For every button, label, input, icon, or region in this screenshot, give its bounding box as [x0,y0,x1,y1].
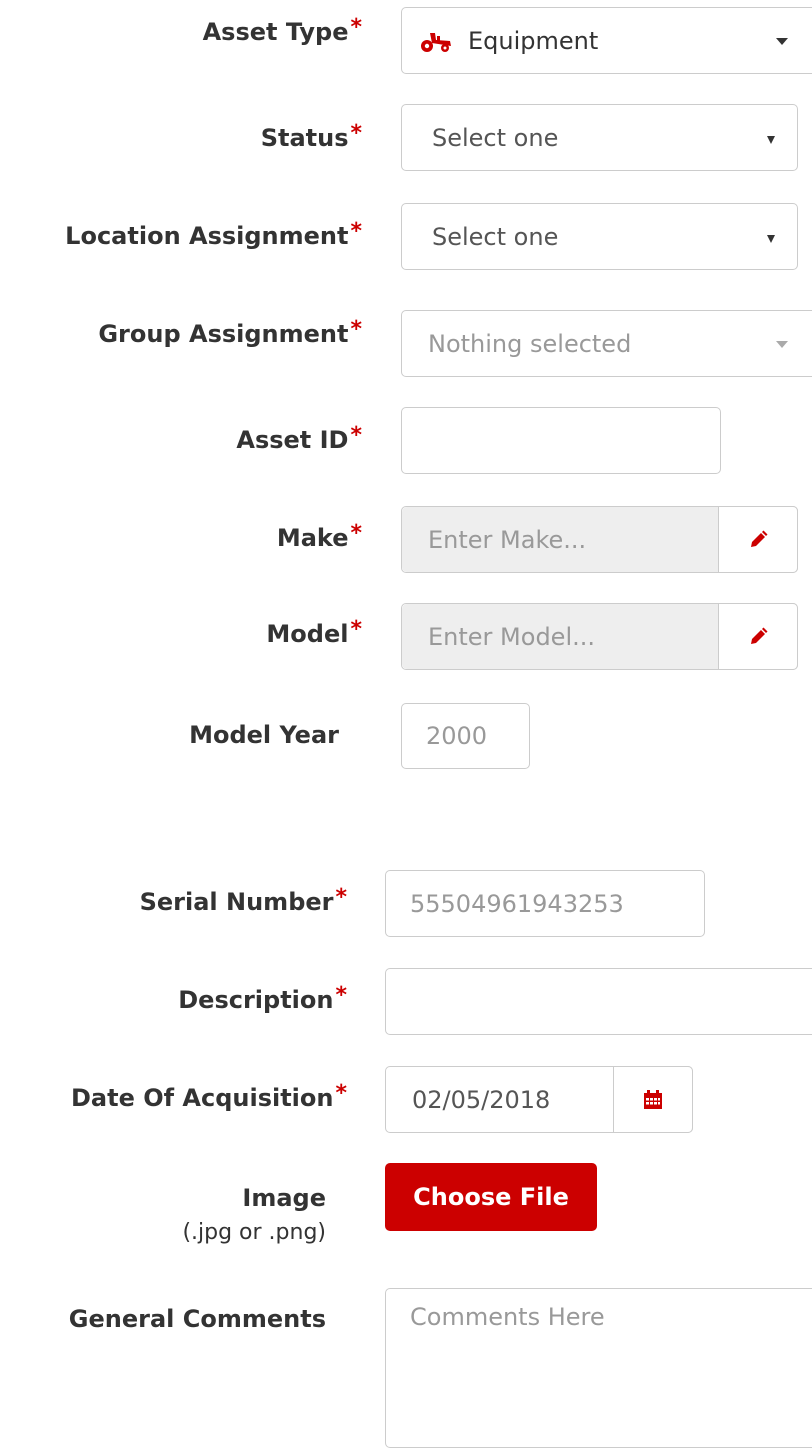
pencil-icon [748,627,768,647]
description-label: Description* [178,983,347,1016]
model-year-input[interactable]: 2000 [401,703,530,769]
required-mark: * [350,521,362,546]
model-year-placeholder: 2000 [426,722,488,750]
asset-type-label: Asset Type* [202,15,362,48]
make-placeholder: Enter Make... [428,525,587,554]
serial-number-label: Serial Number* [139,885,347,918]
asset-type-label-text: Asset Type [202,18,349,46]
required-mark: * [350,423,362,448]
pencil-icon [748,530,768,550]
group-assignment-value: Nothing selected [428,329,632,358]
image-format-hint: (.jpg or .png) [182,1220,326,1245]
model-edit-button[interactable] [718,603,798,670]
required-mark: * [350,617,362,642]
general-comments-label-text: General Comments [68,1305,326,1333]
date-picker-button[interactable] [613,1066,693,1133]
status-label: Status* [260,121,362,154]
serial-number-placeholder: 55504961943253 [410,889,624,918]
general-comments-label: General Comments [69,1303,326,1335]
make-label-text: Make [276,524,349,552]
serial-number-input[interactable]: 55504961943253 [385,870,705,937]
model-year-label: Model Year [189,719,339,751]
date-of-acquisition-label-text: Date Of Acquisition [70,1084,334,1112]
choose-file-button[interactable]: Choose File [385,1163,597,1231]
status-value: Select one [432,123,559,152]
required-mark: * [350,121,362,146]
location-assignment-label: Location Assignment* [65,219,362,252]
model-label-text: Model [266,620,349,648]
group-assignment-label-text: Group Assignment [98,320,349,348]
required-mark: * [350,219,362,244]
tractor-icon [420,29,454,53]
status-label-text: Status [260,124,349,152]
image-label: Image [242,1182,326,1214]
asset-type-value: Equipment [468,26,599,55]
serial-number-label-text: Serial Number [139,888,334,916]
asset-id-label: Asset ID* [236,423,362,456]
chevron-down-icon [767,135,775,144]
description-input[interactable] [385,968,812,1035]
group-assignment-select[interactable]: Nothing selected [401,310,812,377]
make-edit-button[interactable] [718,506,798,573]
image-label-text: Image [242,1184,326,1212]
date-of-acquisition-input[interactable]: 02/05/2018 [385,1066,693,1133]
model-year-label-text: Model Year [189,721,339,749]
date-of-acquisition-label: Date Of Acquisition* [70,1081,347,1114]
location-assignment-label-text: Location Assignment [65,222,349,250]
location-assignment-select[interactable]: Select one [401,203,798,270]
required-mark: * [335,1081,347,1106]
date-of-acquisition-value: 02/05/2018 [412,1085,551,1114]
general-comments-textarea[interactable] [385,1288,812,1448]
chevron-down-icon [776,37,788,45]
required-mark: * [350,15,362,40]
calendar-icon [643,1089,663,1110]
model-input[interactable]: Enter Model... [401,603,798,670]
group-assignment-label: Group Assignment* [98,317,362,350]
asset-id-label-text: Asset ID [236,426,349,454]
asset-type-select[interactable]: Equipment [401,7,812,74]
description-label-text: Description [178,986,334,1014]
model-label: Model* [266,617,362,650]
chevron-down-icon [767,234,775,243]
asset-id-input[interactable] [401,407,721,474]
required-mark: * [335,885,347,910]
make-input[interactable]: Enter Make... [401,506,798,573]
required-mark: * [335,983,347,1008]
model-placeholder: Enter Model... [428,622,595,651]
required-mark: * [350,317,362,342]
location-assignment-value: Select one [432,222,559,251]
make-label: Make* [276,521,362,554]
status-select[interactable]: Select one [401,104,798,171]
chevron-down-icon [776,340,788,348]
